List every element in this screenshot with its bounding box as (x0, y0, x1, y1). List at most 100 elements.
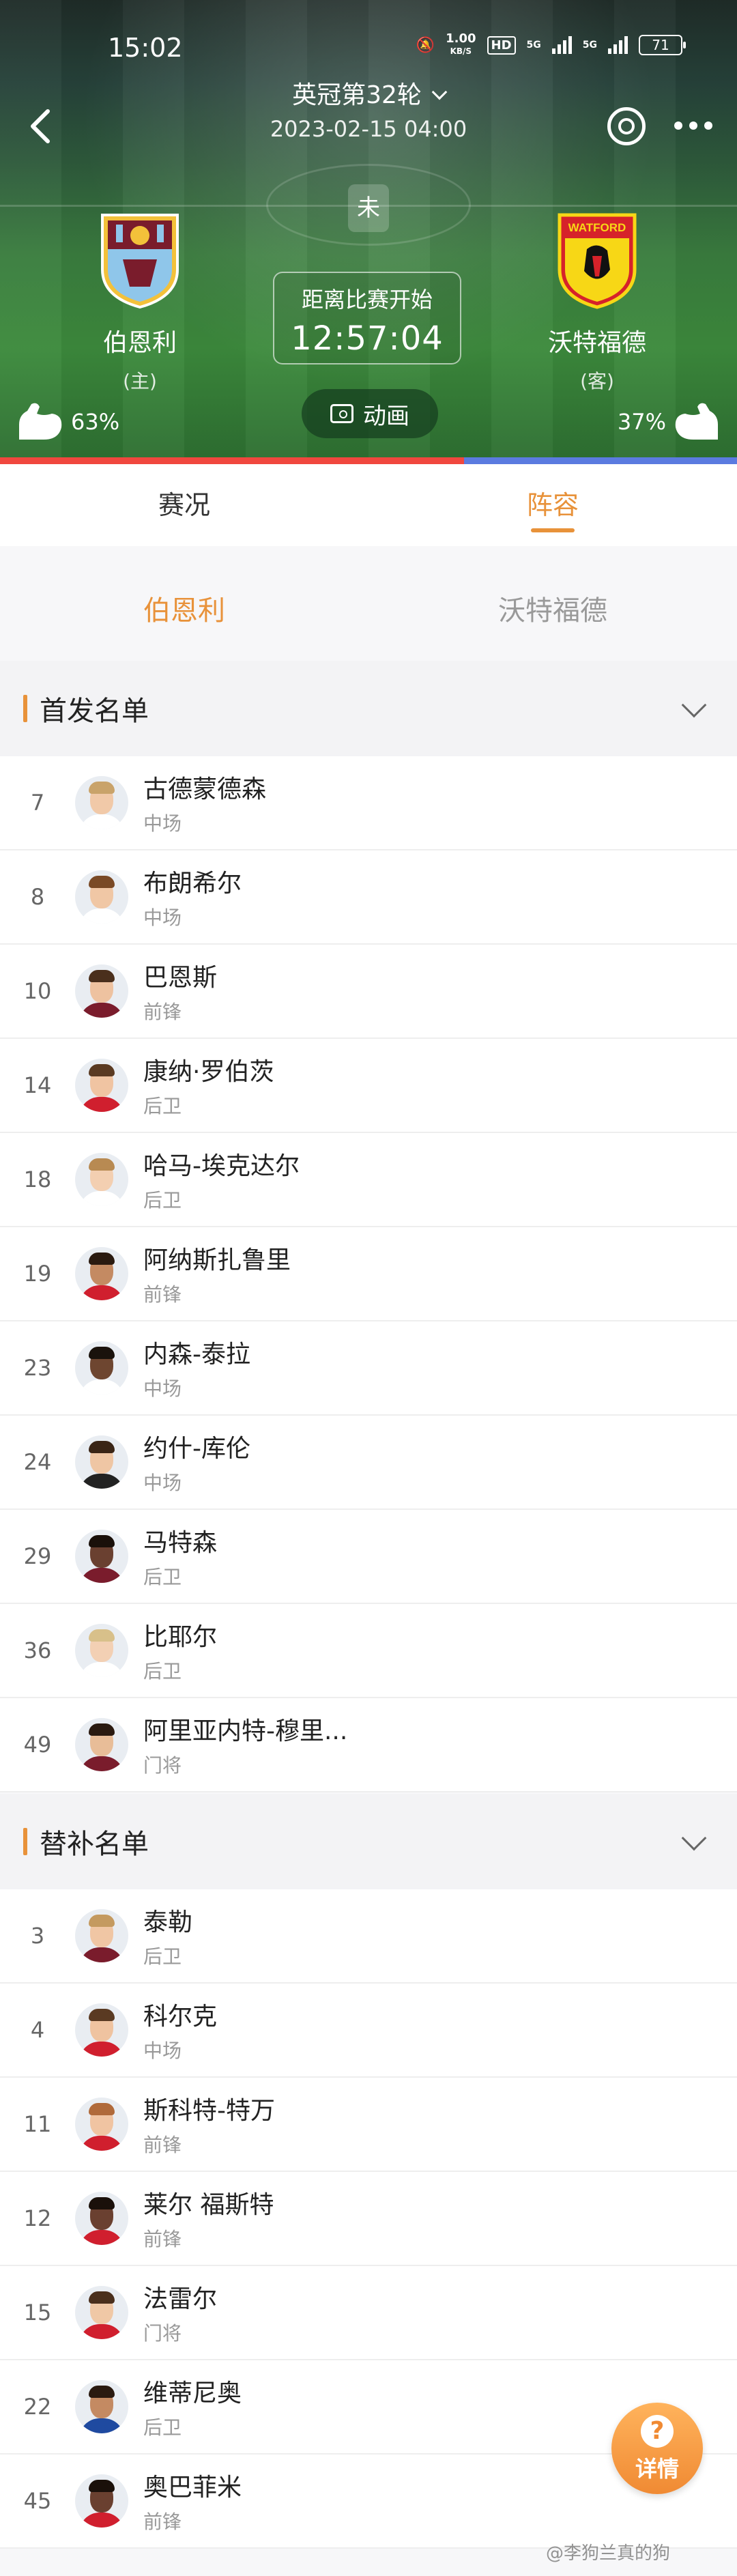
player-row[interactable]: 11 斯科特-特万 前锋 (0, 2078, 737, 2172)
avatar-shirt (79, 2324, 124, 2339)
subs-header[interactable]: 替补名单 (0, 1794, 737, 1889)
player-number: 22 (23, 2394, 52, 2420)
home-team-name: 伯恩利 (102, 329, 177, 357)
starters-header[interactable]: 首发名单 (0, 661, 737, 756)
player-row[interactable]: 14 康纳·罗伯茨 后卫 (0, 1039, 737, 1133)
player-row[interactable]: 3 泰勒 后卫 (0, 1889, 737, 1984)
player-row[interactable]: 4 科尔克中场 (0, 1984, 737, 2078)
countdown-timer: 12:57:04 (291, 319, 444, 358)
player-number: 19 (23, 1261, 52, 1287)
player-avatar (75, 2286, 128, 2339)
player-row[interactable]: 7 古德蒙德森 中场 (0, 756, 737, 850)
player-name: 康纳·罗伯茨 (143, 1058, 274, 1086)
league-selector[interactable]: 英冠第32轮 (0, 75, 737, 111)
avatar-shirt (79, 2418, 124, 2433)
player-row[interactable]: 23 内森-泰拉 中场 (0, 1321, 737, 1416)
player-number: 29 (23, 1543, 52, 1569)
strength-bar-away (464, 457, 737, 464)
avatar-hair (89, 1535, 115, 1547)
player-name: 布朗希尔 (143, 870, 242, 898)
player-position: 门将 (143, 1754, 182, 1777)
player-number: 23 (23, 1355, 52, 1381)
tab-lineup[interactable]: 阵容 (369, 464, 737, 546)
player-row[interactable]: 24 约什-库伦 中场 (0, 1416, 737, 1510)
player-position: 前锋 (143, 2228, 182, 2250)
player-row[interactable]: 15 法雷尔 门将 (0, 2266, 737, 2360)
player-row[interactable]: 8 布朗希尔 中场 (0, 850, 737, 945)
signal-icon (551, 36, 572, 54)
player-row[interactable]: 12 莱尔 福斯特 前锋 (0, 2172, 737, 2266)
player-position: 中场 (143, 1472, 182, 1494)
player-name: 内森-泰拉 (143, 1341, 250, 1369)
match-header: 15:02 🔕 1.00 KB/S HD 5G 5G 71 英冠第32轮 202… (0, 0, 737, 464)
away-team-role: (客) (580, 370, 614, 392)
section-accent-bar (23, 695, 27, 722)
details-label: 详情 (635, 2456, 679, 2482)
player-row[interactable]: 18 哈马-埃克达尔 后卫 (0, 1133, 737, 1227)
more-icon[interactable] (674, 121, 712, 130)
avatar-shirt (79, 1097, 124, 1112)
away-strength-value: 37% (617, 409, 666, 435)
net-speed-unit: KB/S (450, 46, 472, 56)
animation-button[interactable]: 动画 (302, 389, 438, 438)
avatar-hair (89, 1253, 115, 1265)
player-avatar (75, 2192, 128, 2245)
player-name: 阿里亚内特-穆里... (143, 1717, 348, 1745)
tab-match-status[interactable]: 赛况 (0, 464, 369, 546)
avatar-shirt (79, 2230, 124, 2245)
chevron-down-icon[interactable] (681, 1825, 707, 1851)
league-title: 英冠第32轮 (292, 81, 422, 109)
away-team[interactable]: WATFORD 沃特福德 (客) (508, 208, 686, 394)
player-position: 中场 (143, 812, 182, 835)
countdown-box: 距离比赛开始 12:57:04 (273, 272, 461, 364)
player-info: 布朗希尔 中场 (143, 863, 242, 930)
tab-home-team[interactable]: 伯恩利 (0, 567, 369, 655)
avatar-hair (89, 2291, 115, 2304)
player-info: 奥巴菲米 前锋 (143, 2467, 242, 2534)
player-avatar (75, 2474, 128, 2528)
player-row[interactable]: 19 阿纳斯扎鲁里 前锋 (0, 1227, 737, 1321)
home-team-role: (主) (123, 370, 157, 392)
player-avatar (75, 2003, 128, 2057)
section-accent-bar (23, 1828, 27, 1855)
follow-icon[interactable] (607, 107, 646, 145)
player-avatar (75, 1718, 128, 1771)
player-info: 康纳·罗伯茨 后卫 (143, 1052, 274, 1119)
player-row[interactable]: 49 阿里亚内特-穆里... 门将 (0, 1698, 737, 1792)
details-button[interactable]: ? 详情 (611, 2403, 703, 2494)
avatar-hair (89, 2009, 115, 2021)
player-info: 斯科特-特万 前锋 (143, 2091, 275, 2158)
home-team[interactable]: 伯恩利 (主) (51, 208, 229, 394)
player-avatar (75, 2098, 128, 2151)
avatar-shirt (79, 1947, 124, 1962)
player-number: 4 (30, 2017, 45, 2043)
player-name: 莱尔 福斯特 (143, 2191, 274, 2219)
player-info: 阿纳斯扎鲁里 前锋 (143, 1240, 291, 1307)
player-position: 中场 (143, 2040, 182, 2062)
player-name: 约什-库伦 (143, 1435, 250, 1463)
match-status-badge: 未 (348, 184, 389, 232)
flexed-arm-icon (675, 403, 718, 440)
avatar-hair (89, 2197, 115, 2209)
player-row[interactable]: 36 比耶尔 后卫 (0, 1604, 737, 1698)
player-number: 14 (23, 1072, 52, 1098)
player-row[interactable]: 29 马特森 后卫 (0, 1510, 737, 1604)
player-name: 马特森 (143, 1529, 218, 1557)
chevron-down-icon[interactable] (681, 692, 707, 718)
battery-icon: 71 (639, 35, 686, 55)
watermark: @李狗兰真的狗 (546, 2543, 671, 2564)
avatar-hair (89, 2386, 115, 2398)
tab-away-team[interactable]: 沃特福德 (369, 567, 737, 655)
avatar-shirt (79, 2513, 124, 2528)
player-name: 斯科特-特万 (143, 2097, 275, 2125)
avatar-shirt (79, 1003, 124, 1018)
player-avatar (75, 1341, 128, 1394)
player-name: 科尔克 (143, 2003, 218, 2031)
player-info: 古德蒙德森 中场 (143, 769, 266, 836)
player-row[interactable]: 10 巴恩斯 前锋 (0, 945, 737, 1039)
player-position: 前锋 (143, 1001, 182, 1023)
chevron-down-icon (431, 84, 448, 100)
avatar-hair (89, 1629, 115, 1642)
player-number: 3 (30, 1923, 45, 1949)
home-strength-value: 63% (71, 409, 120, 435)
